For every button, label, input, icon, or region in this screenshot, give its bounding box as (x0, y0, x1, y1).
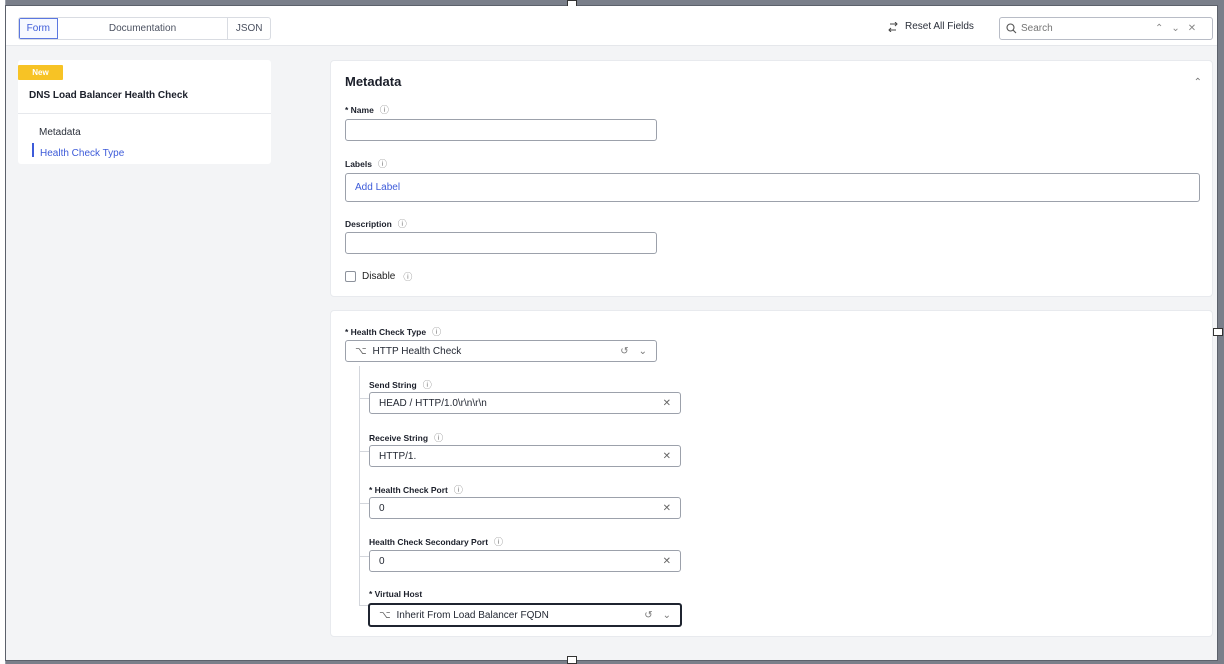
reset-icon[interactable]: ↺ (620, 346, 628, 357)
labels-field[interactable]: Add Label (345, 173, 1200, 202)
clear-icon[interactable]: ✕ (663, 398, 671, 409)
form-modal: Form Documentation JSON Reset All Fields… (5, 0, 1223, 664)
health-check-port-value: 0 (379, 502, 385, 514)
health-check-type-label: * Health Check Type ⓘ (345, 325, 441, 338)
search-icon (1006, 23, 1017, 34)
disable-checkbox[interactable] (345, 271, 356, 282)
info-icon[interactable]: ⓘ (494, 535, 503, 548)
clear-icon[interactable]: ✕ (663, 503, 671, 514)
tree-branch (359, 398, 369, 399)
info-icon[interactable]: ⓘ (380, 103, 389, 116)
description-field[interactable] (345, 232, 657, 254)
info-icon[interactable]: ⓘ (403, 270, 412, 283)
search-next-icon[interactable]: ⌄ (1171, 23, 1179, 34)
description-label-text: Description (345, 218, 392, 229)
send-string-label: Send String ⓘ (369, 378, 432, 391)
health-check-port-label-text: * Health Check Port (369, 484, 448, 495)
virtual-host-label-text: * Virtual Host (369, 589, 423, 599)
info-icon[interactable]: ⓘ (432, 325, 441, 338)
secondary-port-value: 0 (379, 555, 385, 567)
virtual-host-value: Inherit From Load Balancer FQDN (396, 609, 549, 621)
disable-checkbox-row: Disable ⓘ (345, 270, 412, 283)
health-check-type-label-text: * Health Check Type (345, 326, 427, 337)
metadata-section: Metadata ⌃ * Name ⓘ Labels ⓘ Add Label D… (330, 60, 1213, 297)
send-string-field[interactable]: HEAD / HTTP/1.0\r\n\r\n ✕ (369, 392, 681, 414)
chevron-down-icon[interactable]: ⌄ (663, 610, 671, 621)
labels-label-text: Labels (345, 158, 372, 169)
resize-handle-right[interactable] (1213, 328, 1223, 336)
reset-icon[interactable]: ↺ (644, 610, 652, 621)
clear-icon[interactable]: ✕ (663, 556, 671, 567)
new-badge: New (18, 65, 63, 80)
description-label: Description ⓘ (345, 217, 407, 230)
receive-string-label-text: Receive String (369, 432, 429, 443)
search-nav: ⌃ ⌄ ✕ (1155, 23, 1196, 34)
nav-divider (18, 113, 271, 114)
section-title: Metadata (345, 74, 402, 89)
search-input[interactable] (1021, 23, 1149, 34)
branch-icon: ⌥ (355, 345, 367, 357)
tree-branch (359, 556, 369, 557)
tab-documentation[interactable]: Documentation (58, 18, 229, 39)
reset-all-fields-button[interactable]: Reset All Fields (887, 21, 974, 32)
search-box: ⌃ ⌄ ✕ (999, 17, 1213, 40)
receive-string-label: Receive String ⓘ (369, 431, 443, 444)
secondary-port-field[interactable]: 0 ✕ (369, 550, 681, 572)
search-close-icon[interactable]: ✕ (1188, 23, 1196, 34)
virtual-host-select[interactable]: ⌥ Inherit From Load Balancer FQDN ↺ ⌄ (368, 603, 682, 627)
view-tabs: Form Documentation JSON (18, 17, 271, 40)
nav-item-metadata[interactable]: Metadata (39, 127, 81, 138)
health-check-type-select[interactable]: ⌥ HTTP Health Check ↺ ⌄ (345, 340, 657, 362)
nav-active-indicator (32, 143, 34, 157)
form-title: DNS Load Balancer Health Check (29, 90, 188, 101)
info-icon[interactable]: ⓘ (434, 431, 443, 444)
name-label-text: * Name (345, 104, 374, 115)
search-prev-icon[interactable]: ⌃ (1155, 23, 1163, 34)
form-navigation: New DNS Load Balancer Health Check Metad… (18, 60, 271, 164)
receive-string-field[interactable]: HTTP/1. ✕ (369, 445, 681, 467)
send-string-value: HEAD / HTTP/1.0\r\n\r\n (379, 397, 487, 409)
resize-handle-bottom[interactable] (567, 656, 577, 664)
info-icon[interactable]: ⓘ (423, 378, 432, 391)
labels-label: Labels ⓘ (345, 157, 387, 170)
health-check-port-field[interactable]: 0 ✕ (369, 497, 681, 519)
clear-icon[interactable]: ✕ (663, 451, 671, 462)
info-icon[interactable]: ⓘ (378, 157, 387, 170)
disable-label: Disable (362, 271, 396, 282)
chevron-down-icon[interactable]: ⌄ (639, 346, 647, 357)
name-label: * Name ⓘ (345, 103, 389, 116)
secondary-port-label-text: Health Check Secondary Port (369, 536, 489, 547)
tree-branch (359, 451, 369, 452)
info-icon[interactable]: ⓘ (398, 217, 407, 230)
health-check-section: * Health Check Type ⓘ ⌥ HTTP Health Chec… (330, 310, 1213, 637)
virtual-host-label: * Virtual Host (369, 589, 422, 599)
toolbar: Form Documentation JSON Reset All Fields… (6, 6, 1217, 46)
nav-item-health-check-type[interactable]: Health Check Type (40, 148, 124, 159)
tab-json[interactable]: JSON (228, 18, 270, 39)
health-check-type-value: HTTP Health Check (372, 345, 462, 357)
add-label-link[interactable]: Add Label (355, 182, 1190, 193)
send-string-label-text: Send String (369, 379, 417, 390)
info-icon[interactable]: ⓘ (454, 483, 463, 496)
name-field[interactable] (345, 119, 657, 141)
receive-string-value: HTTP/1. (379, 450, 417, 462)
tab-form[interactable]: Form (19, 18, 58, 39)
tree-line (359, 366, 360, 606)
tree-branch (359, 503, 369, 504)
reset-label: Reset All Fields (905, 21, 974, 32)
health-check-port-label: * Health Check Port ⓘ (369, 483, 463, 496)
collapse-chevron-icon[interactable]: ⌃ (1194, 77, 1202, 88)
branch-icon: ⌥ (379, 609, 391, 621)
secondary-port-label: Health Check Secondary Port ⓘ (369, 535, 503, 548)
reset-icon (888, 21, 898, 32)
